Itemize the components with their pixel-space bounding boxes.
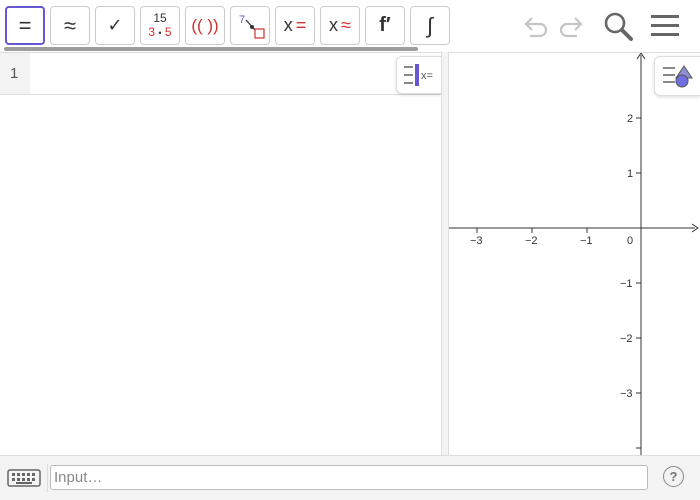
check-icon: ✓: [107, 15, 123, 35]
factor-dot: •: [158, 28, 162, 38]
graphics-view[interactable]: −3 −2 −1 0 2 1 −1 −2 −3: [449, 52, 700, 455]
coordinate-system: −3 −2 −1 0 2 1 −1 −2 −3: [449, 53, 699, 455]
x-tick-label: −2: [525, 235, 538, 247]
integral-button[interactable]: ∫: [410, 6, 450, 45]
search-icon: [604, 12, 633, 41]
nsolve-x: x: [329, 15, 339, 35]
toolbar-scrollbar[interactable]: [4, 47, 418, 51]
menu-button[interactable]: [648, 8, 682, 44]
solve-button[interactable]: x =: [275, 6, 315, 45]
input-bar: Input… ?: [0, 455, 700, 500]
y-tick-label: 2: [627, 113, 633, 125]
evaluate-button[interactable]: =: [5, 6, 45, 45]
y-tick-label: −1: [620, 278, 633, 290]
factor-button[interactable]: 15 3 • 5: [140, 6, 180, 45]
derivative-button[interactable]: f′: [365, 6, 405, 45]
redo-icon: [559, 17, 583, 38]
nsolve-button[interactable]: x ≈: [320, 6, 360, 45]
derivative-label: f′: [379, 14, 391, 36]
numeric-label: ≈: [63, 12, 77, 38]
keep-input-button[interactable]: ✓: [95, 6, 135, 45]
undo-icon: [524, 17, 548, 38]
help-button[interactable]: ?: [663, 466, 684, 487]
keyboard-icon: [6, 469, 41, 487]
evaluate-label: =: [18, 12, 32, 38]
algebra-style-icon: x=: [404, 64, 433, 86]
row-number: 1: [0, 53, 30, 94]
factor-bottom-left: 3: [148, 25, 156, 39]
graphics-style-bar-toggle[interactable]: [654, 56, 700, 96]
style-tab-text: x=: [421, 70, 433, 82]
y-tick-label: −2: [620, 333, 633, 345]
y-tick-label: −3: [620, 388, 633, 400]
factor-bottom-right: 5: [164, 25, 172, 39]
solve-eq: =: [295, 15, 307, 35]
algebra-style-bar-toggle[interactable]: x=: [396, 56, 441, 94]
graphics-style-icon: [662, 65, 693, 88]
undo-button[interactable]: [518, 8, 552, 44]
redo-button[interactable]: [555, 8, 589, 44]
view-divider[interactable]: [441, 52, 449, 455]
expand-label: (( )): [191, 15, 219, 35]
substitute-icon: 7: [239, 14, 265, 39]
expand-button[interactable]: (( )): [185, 6, 225, 45]
hamburger-menu-icon: [651, 15, 679, 36]
x-tick-label: −3: [470, 235, 483, 247]
origin-label: 0: [627, 235, 633, 247]
algebra-row-1[interactable]: 1: [0, 53, 441, 95]
factor-top: 15: [153, 11, 167, 25]
integral-label: ∫: [426, 12, 434, 38]
nsolve-eq: ≈: [341, 15, 351, 35]
solve-x: x: [283, 15, 293, 35]
substitute-button[interactable]: 7: [230, 6, 270, 45]
substitute-num: 7: [239, 14, 245, 26]
numeric-button[interactable]: ≈: [50, 6, 90, 45]
toolbar: = ≈ ✓ 15 3 • 5 (( )) 7 x = x ≈ f′ ∫: [0, 0, 700, 52]
keyboard-button[interactable]: [0, 464, 48, 492]
factor-bottom: 3 • 5: [148, 25, 171, 40]
input-field[interactable]: Input…: [50, 465, 648, 490]
y-tick-label: 1: [627, 168, 633, 180]
algebra-view: 1 x=: [0, 52, 441, 455]
x-tick-label: −1: [580, 235, 593, 247]
search-button[interactable]: [601, 8, 635, 44]
